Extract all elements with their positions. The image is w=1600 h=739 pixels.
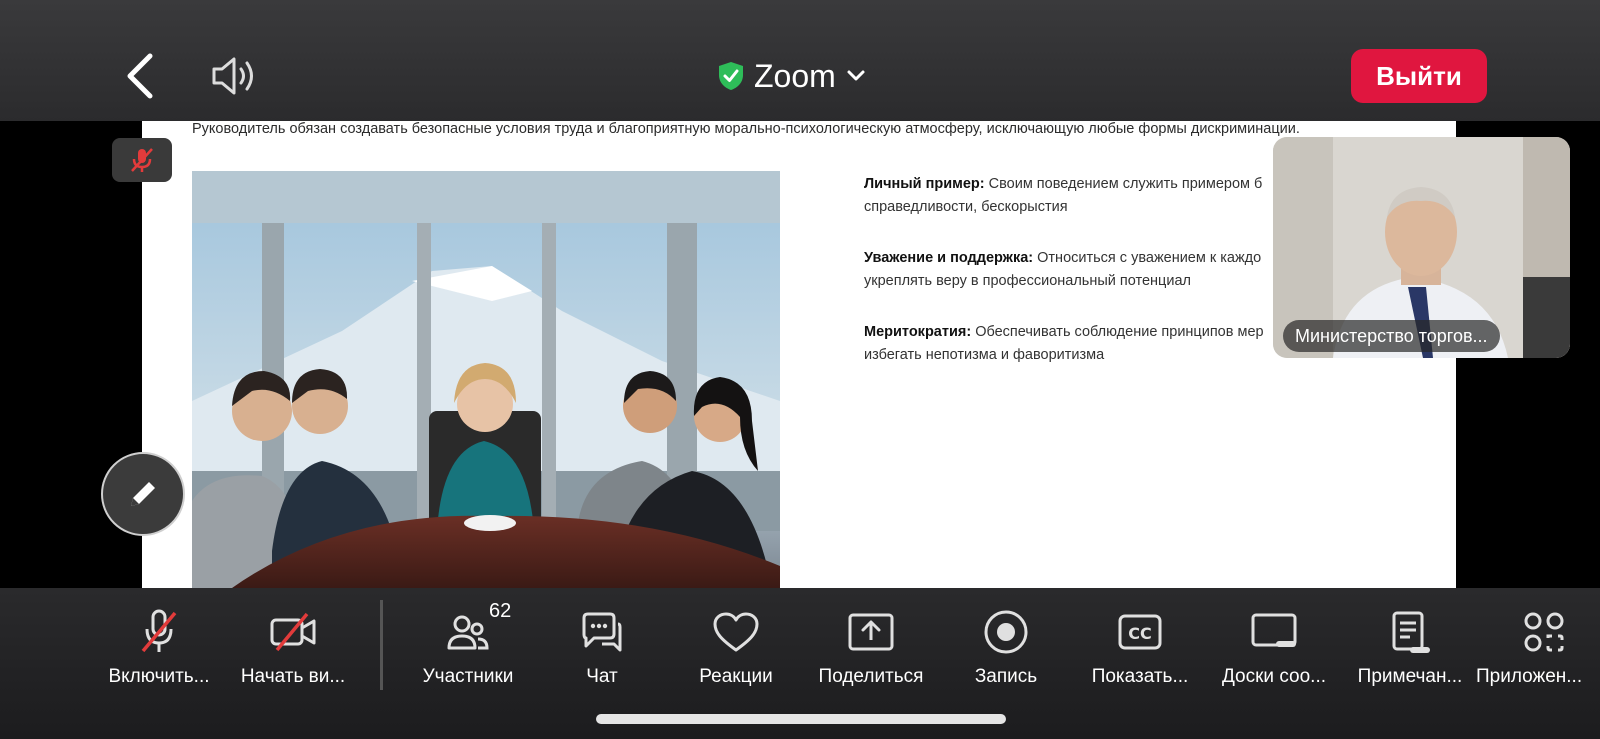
notes-button[interactable]: Примечан... <box>1345 606 1475 688</box>
whiteboard-icon <box>1251 613 1297 647</box>
shared-slide: Руководитель обязан создавать безопасные… <box>142 121 1456 588</box>
pencil-icon <box>131 482 155 506</box>
slide-header-text: Руководитель обязан создавать безопасные… <box>192 121 1300 137</box>
captions-button[interactable]: CC Показать... <box>1075 606 1205 688</box>
participants-button[interactable]: 62 Участники <box>403 600 533 688</box>
back-button[interactable] <box>122 50 162 102</box>
mic-muted-icon <box>131 148 153 172</box>
participants-count: 62 <box>489 600 512 622</box>
participant-video-thumbnail[interactable]: Министерство торгов... <box>1273 137 1570 358</box>
share-screen-icon <box>848 613 894 651</box>
participant-name: Министерство торгов... <box>1283 320 1500 352</box>
meeting-title-dropdown[interactable]: Zoom <box>718 52 866 100</box>
shared-screen-area: Руководитель обязан создавать безопасные… <box>0 121 1600 588</box>
top-bar: Zoom Выйти <box>0 0 1600 121</box>
chevron-down-icon <box>847 70 865 81</box>
annotate-button[interactable] <box>101 452 185 536</box>
unmute-button[interactable]: Включить... <box>94 606 224 688</box>
heart-icon <box>713 612 759 652</box>
leave-button[interactable]: Выйти <box>1351 49 1487 103</box>
share-button[interactable]: Поделиться <box>806 606 936 688</box>
notes-icon <box>1392 611 1430 653</box>
cc-icon: CC <box>1118 614 1162 650</box>
chevron-left-icon <box>127 53 153 99</box>
record-button[interactable]: Запись <box>941 606 1071 688</box>
video-off-icon <box>270 612 316 652</box>
reactions-button[interactable]: Реакции <box>671 606 801 688</box>
apps-icon <box>1524 612 1564 652</box>
shield-check-icon <box>719 62 743 90</box>
meeting-photo <box>192 171 780 588</box>
whiteboards-button[interactable]: Доски соо... <box>1209 606 1339 688</box>
svg-text:CC: CC <box>1128 624 1151 643</box>
apps-button[interactable]: Приложен... <box>1476 606 1600 688</box>
record-icon <box>984 610 1028 654</box>
home-indicator[interactable] <box>596 714 1006 724</box>
speaker-icon <box>212 57 253 95</box>
muted-indicator <box>112 138 172 182</box>
meeting-title: Zoom <box>754 57 836 94</box>
participants-icon <box>447 615 489 650</box>
speaker-button[interactable] <box>210 52 260 100</box>
start-video-button[interactable]: Начать ви... <box>228 606 358 688</box>
mic-off-icon <box>141 609 177 653</box>
chat-button[interactable]: Чат <box>537 606 667 688</box>
chat-icon <box>582 612 622 652</box>
toolbar-divider <box>380 600 383 690</box>
